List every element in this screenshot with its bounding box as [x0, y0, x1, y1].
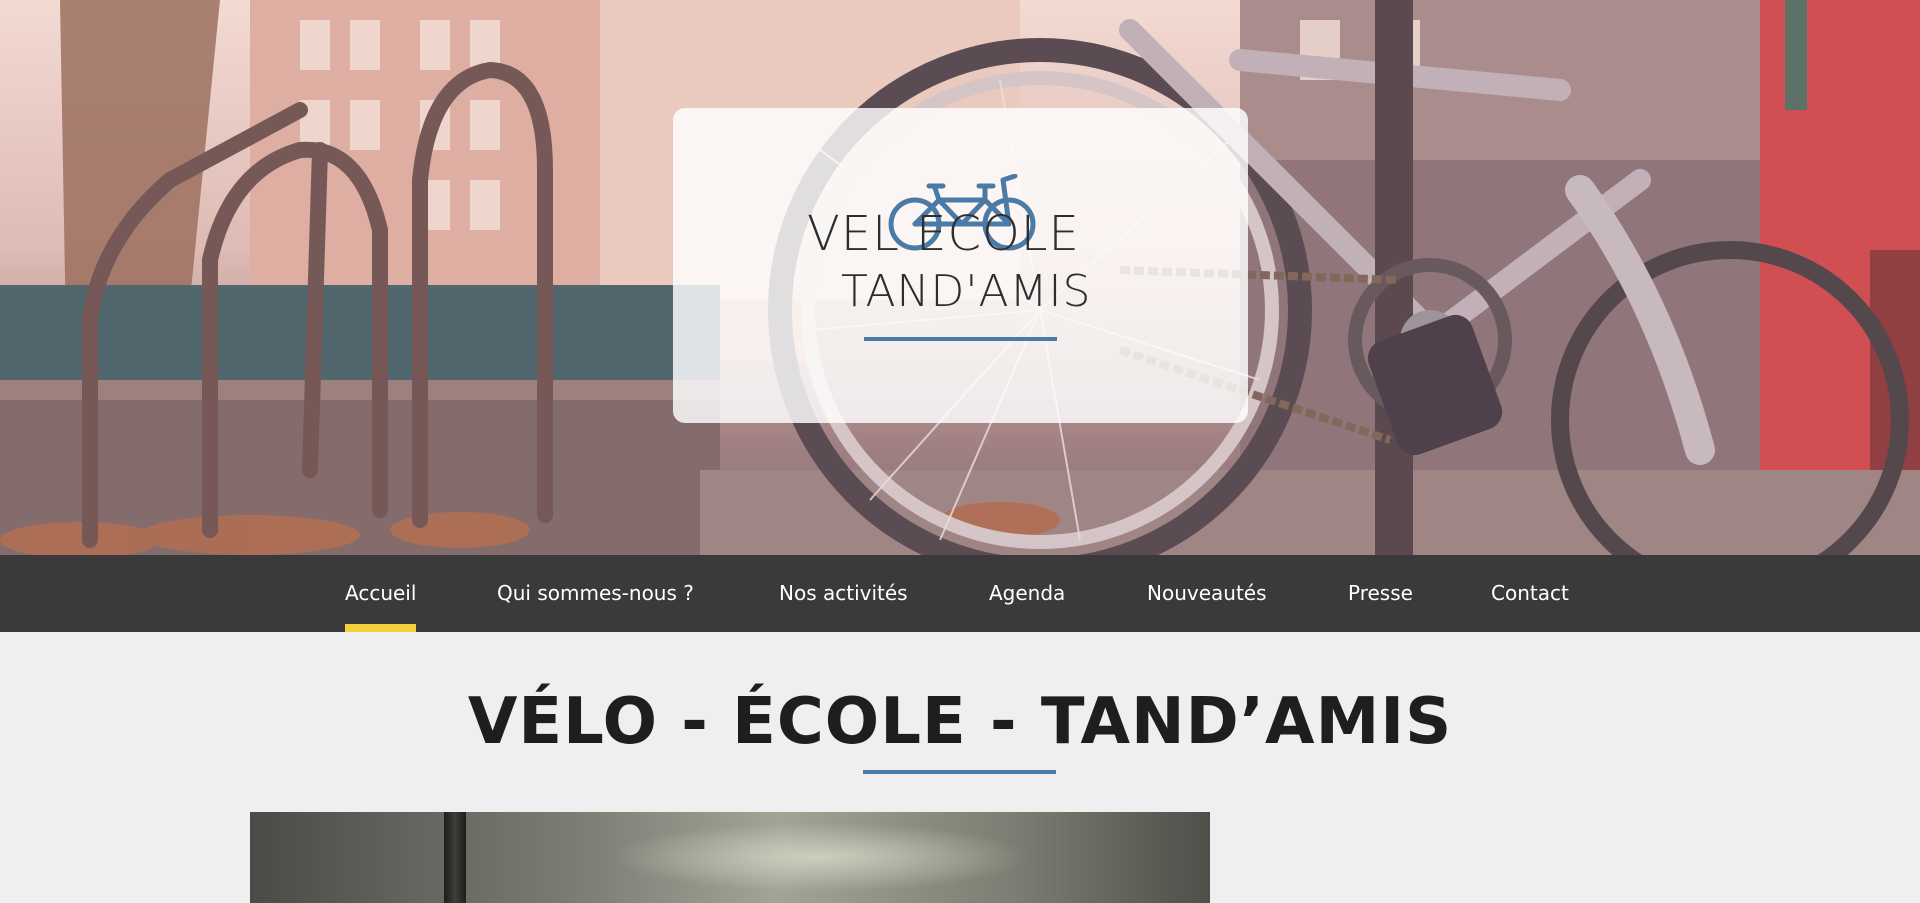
- nav-item-qui-sommes-nous[interactable]: Qui sommes-nous ?: [497, 555, 694, 632]
- nav-item-nos-activites[interactable]: Nos activités: [779, 555, 908, 632]
- logo-text-line1: VEL ECOLE: [807, 206, 1080, 262]
- page-title: VÉLO - ÉCOLE - TAND’AMIS: [467, 685, 1453, 759]
- nav-item-nouveautes[interactable]: Nouveautés: [1147, 555, 1267, 632]
- nav-item-accueil[interactable]: Accueil: [345, 555, 417, 632]
- feature-image[interactable]: [250, 812, 1210, 903]
- feature-image-sky: [610, 822, 1030, 892]
- logo-underline: [864, 337, 1057, 341]
- title-underline: [863, 770, 1056, 774]
- logo-text-line2: TAND'AMIS: [841, 266, 1092, 317]
- main-navigation: Accueil Qui sommes-nous ? Nos activités …: [0, 555, 1920, 632]
- hero-banner: VEL ECOLE TAND'AMIS: [0, 0, 1920, 555]
- nav-item-presse[interactable]: Presse: [1348, 555, 1413, 632]
- feature-image-pole: [444, 812, 466, 903]
- nav-item-agenda[interactable]: Agenda: [989, 555, 1065, 632]
- logo-card[interactable]: VEL ECOLE TAND'AMIS: [673, 108, 1248, 423]
- nav-item-contact[interactable]: Contact: [1491, 555, 1569, 632]
